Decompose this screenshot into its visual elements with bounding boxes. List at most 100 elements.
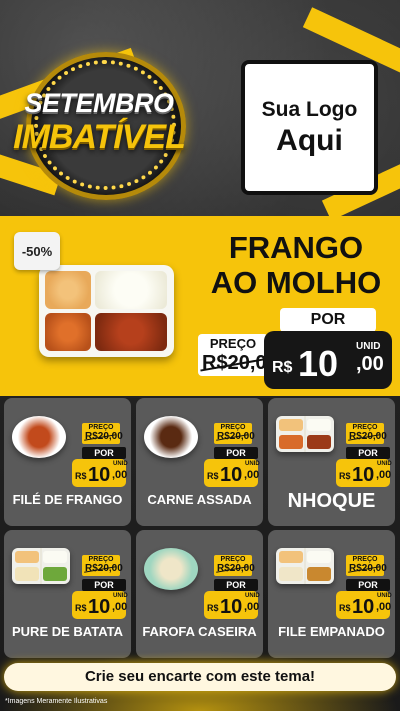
product-name: PURE DE BATATA [12, 624, 123, 639]
price-cents: ,00 [376, 469, 392, 481]
old-price-box: PREÇO R$20,00 [214, 555, 255, 576]
price-integer: 10 [88, 464, 111, 486]
food-image [12, 416, 66, 458]
food-image [144, 416, 198, 458]
price-unit: UNID [377, 593, 392, 599]
flyer-page: SETEMBRO IMBATÍVEL Sua Logo Aqui -50% FR… [0, 0, 400, 711]
price-integer: 10 [88, 596, 111, 618]
product-card[interactable]: PREÇO R$20,00 POR R$ 10 UNID ,00 FILE EM… [268, 530, 395, 658]
tray-compartment [95, 271, 167, 309]
por-label: POR [82, 447, 126, 459]
old-price-box: PREÇO R$20,00 [214, 423, 255, 444]
product-card[interactable]: PREÇO R$20,00 POR R$ 10 UNID ,00 FAROFA … [136, 530, 263, 658]
price-tag: R$ 10 UNID ,00 [204, 459, 260, 487]
tray-compartment [279, 551, 303, 563]
old-price-box: PREÇO R$20,00 [198, 334, 278, 376]
preco-label: PREÇO [88, 424, 114, 431]
header: SETEMBRO IMBATÍVEL Sua Logo Aqui [0, 0, 400, 222]
featured-title-line1: FRANGO [228, 230, 364, 265]
tray-compartment [307, 551, 331, 563]
product-name: CARNE ASSADA [147, 492, 252, 507]
tray-compartment [307, 567, 331, 581]
tray-compartment [307, 435, 331, 449]
preco-label: PREÇO [220, 556, 246, 563]
price-currency: R$ [272, 359, 293, 376]
por-label: POR [82, 579, 126, 591]
price-integer: 10 [220, 596, 243, 618]
discount-badge: -50% [14, 232, 60, 270]
old-price-box: PREÇO R$20,00 [346, 555, 387, 576]
featured-price: R$ 10 UNID ,00 [264, 331, 392, 389]
price-integer: 10 [352, 596, 375, 618]
preco-label: PREÇO [352, 556, 378, 563]
logo-placeholder[interactable]: Sua Logo Aqui [241, 60, 378, 195]
product-card[interactable]: PREÇO R$20,00 POR R$ 10 UNID ,00 FILÉ DE… [4, 398, 131, 526]
product-name: NHOQUE [287, 490, 376, 512]
preco-label: PREÇO [209, 336, 257, 351]
price-unit: UNID [245, 461, 260, 467]
price-currency: R$ [207, 603, 219, 613]
product-card[interactable]: PREÇO R$20,00 POR R$ 10 UNID ,00 CARNE A… [136, 398, 263, 526]
preco-label: PREÇO [220, 424, 246, 431]
old-price-box: PREÇO R$20,00 [82, 423, 123, 444]
food-image [276, 416, 334, 452]
disclaimer: *Imagens Meramente Ilustrativas [5, 698, 108, 705]
price-integer: 10 [352, 464, 375, 486]
badge-line1: SETEMBRO [24, 88, 174, 118]
old-price-box: PREÇO R$20,00 [82, 555, 123, 576]
tray-compartment [279, 567, 303, 581]
por-label: POR [280, 308, 376, 332]
price-cents: ,00 [244, 601, 260, 613]
tray-compartment [279, 419, 303, 431]
price-cents: ,00 [112, 601, 128, 613]
price-currency: R$ [75, 471, 87, 481]
badge-line2: IMBATÍVEL [13, 118, 186, 156]
price-tag: R$ 10 UNID ,00 [336, 459, 392, 487]
price-cents: ,00 [112, 469, 128, 481]
tray-compartment [45, 313, 91, 351]
featured-title: FRANGO AO MOLHO [200, 230, 392, 300]
tray-compartment [15, 551, 39, 563]
logo-line1: Sua Logo [261, 97, 358, 121]
price-unit: UNID [377, 461, 392, 467]
cta-banner[interactable]: Crie seu encarte com este tema! [4, 663, 396, 691]
food-image [12, 548, 70, 584]
por-label: POR [346, 579, 390, 591]
food-image [276, 548, 334, 584]
price-cents: ,00 [356, 353, 384, 375]
tray-compartment [43, 567, 67, 581]
campaign-badge: SETEMBRO IMBATÍVEL [6, 46, 192, 200]
price-integer: 10 [298, 343, 339, 384]
product-card[interactable]: PREÇO R$20,00 POR R$ 10 UNID ,00 NHOQUE [268, 398, 395, 526]
price-cents: ,00 [244, 469, 260, 481]
tray-compartment [43, 551, 67, 563]
preco-label: PREÇO [352, 424, 378, 431]
tray-compartment [45, 271, 91, 309]
price-currency: R$ [75, 603, 87, 613]
price-tag: R$ 10 UNID ,00 [204, 591, 260, 619]
price-unit: UNID [113, 461, 128, 467]
price-unit: UNID [245, 593, 260, 599]
product-card[interactable]: PREÇO R$20,00 POR R$ 10 UNID ,00 PURE DE… [4, 530, 131, 658]
tray-compartment [307, 419, 331, 431]
product-name: FILÉ DE FRANGO [12, 492, 123, 507]
price-tag: R$ 10 UNID ,00 [72, 459, 128, 487]
old-price-box: PREÇO R$20,00 [346, 423, 387, 444]
price-tag: R$ 10 UNID ,00 [72, 591, 128, 619]
food-image [144, 548, 198, 590]
price-currency: R$ [339, 471, 351, 481]
product-name: FILE EMPANADO [278, 624, 385, 639]
price-currency: R$ [207, 471, 219, 481]
por-label: POR [214, 447, 258, 459]
price-currency: R$ [339, 603, 351, 613]
featured-title-line2: AO MOLHO [210, 265, 382, 300]
price-integer: 10 [220, 464, 243, 486]
price-tag: R$ 10 UNID ,00 [336, 591, 392, 619]
product-name: FAROFA CASEIRA [142, 624, 257, 639]
food-tray-image [39, 265, 174, 357]
price-unit: UNID [356, 341, 381, 352]
por-label: POR [346, 447, 390, 459]
price-cents: ,00 [376, 601, 392, 613]
preco-label: PREÇO [88, 556, 114, 563]
por-label: POR [214, 579, 258, 591]
